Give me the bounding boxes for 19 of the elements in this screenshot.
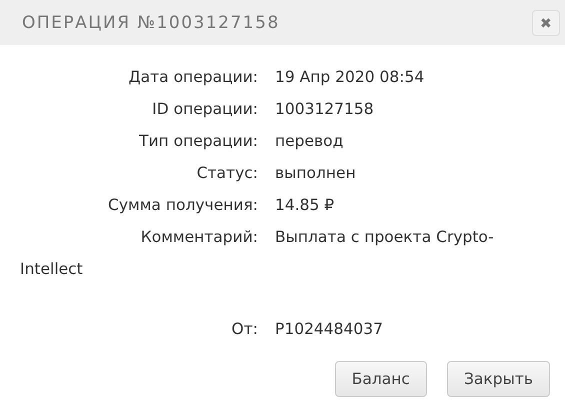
field-label: Тип операции: <box>138 131 258 152</box>
field-value: выполнен <box>275 164 356 182</box>
field-value: 19 Апр 2020 08:54 <box>275 68 424 86</box>
field-label: От: <box>230 319 258 340</box>
window-title: ОПЕРАЦИЯ №1003127158 <box>22 12 280 32</box>
close-button[interactable]: ✖ <box>532 10 560 36</box>
field-label: ID операции: <box>151 99 258 120</box>
field-value: 14.85 ₽ <box>275 196 334 214</box>
field-label: Дата операции: <box>128 67 258 88</box>
dialog-button[interactable]: Баланс <box>334 361 427 397</box>
dialog-button[interactable]: Закрыть <box>446 361 550 397</box>
field-label: Сумма получения: <box>107 195 258 216</box>
field-value: 1003127158 <box>275 100 374 118</box>
field-value: Выплата с проекта Crypto- <box>275 228 494 246</box>
field-value: Intellect <box>20 260 83 278</box>
field-label: Комментарий: <box>140 227 258 248</box>
field-value: перевод <box>275 132 344 150</box>
field-value: P1024484037 <box>275 320 383 338</box>
field-label: Статус: <box>196 163 258 184</box>
